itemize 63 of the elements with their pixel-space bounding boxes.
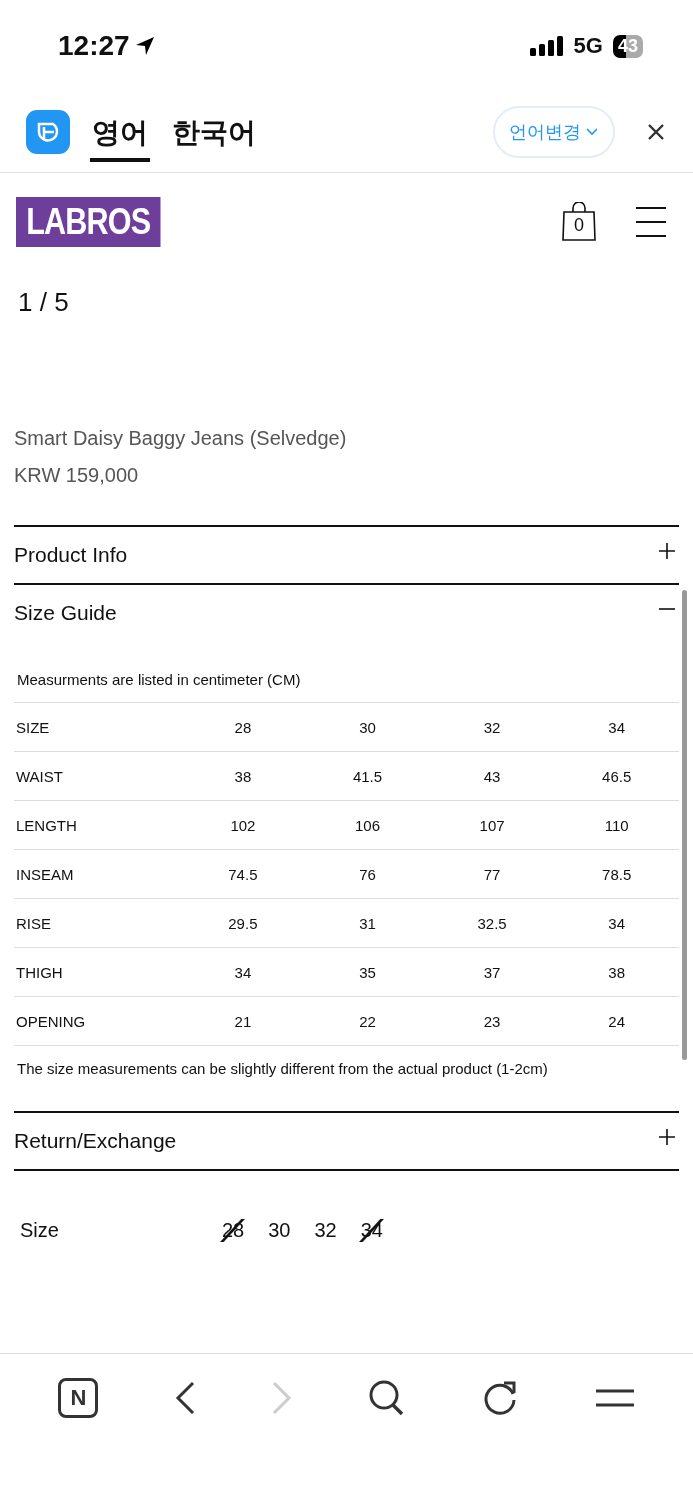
table-cell: 38	[608, 963, 626, 981]
table-cell: 21	[234, 1012, 252, 1030]
table-cell: 106	[354, 816, 380, 834]
table-cell: 34	[608, 914, 626, 932]
image-counter: 1 / 5	[18, 287, 69, 317]
table-cell: 34	[234, 963, 252, 981]
back-icon[interactable]	[175, 1381, 196, 1415]
size-option[interactable]: 30	[256, 1219, 303, 1242]
accordion-header[interactable]: Product Info	[14, 527, 679, 583]
table-cell: THIGH	[16, 963, 63, 981]
table-cell: SIZE	[16, 718, 50, 736]
table-cell: LENGTH	[16, 816, 77, 834]
menu-icon[interactable]	[594, 1388, 635, 1408]
accordion-header[interactable]: Size Guide	[14, 585, 679, 641]
table-cell: 43	[483, 767, 501, 785]
table-cell: 74.5	[228, 865, 258, 883]
product-name: Smart Daisy Baggy Jeans (Selvedge)	[14, 427, 348, 450]
table-cell: 38	[234, 767, 252, 785]
table-cell: INSEAM	[16, 865, 74, 883]
accordion-header[interactable]: Return/Exchange	[14, 1113, 679, 1169]
table-cell: 31	[359, 914, 376, 932]
table-cell: 41.5	[352, 767, 383, 785]
table-cell: 32.5	[477, 914, 507, 932]
table-cell: 24	[608, 1012, 626, 1030]
product-price: KRW 159,000	[14, 464, 140, 487]
table-cell: OPENING	[16, 1012, 86, 1030]
search-icon[interactable]	[368, 1380, 405, 1416]
size-footnote: The size measurements can be slightly different from the actual product (1-2cm)	[16, 1059, 549, 1077]
language-tab[interactable]: 한국어	[170, 102, 258, 162]
table-cell: 76	[359, 865, 376, 883]
translate-app-icon[interactable]	[26, 110, 70, 154]
reload-icon[interactable]	[481, 1380, 518, 1416]
table-cell: 37	[483, 963, 501, 981]
table-cell: 32	[483, 718, 501, 736]
table-cell: 102	[230, 816, 256, 834]
table-cell: 110	[604, 816, 629, 834]
chevron-down-icon	[585, 127, 599, 137]
size-option[interactable]: 32	[302, 1219, 349, 1242]
table-cell: WAIST	[16, 767, 63, 785]
expand-icon[interactable]	[659, 543, 675, 559]
brand-logo[interactable]: LABROS	[16, 197, 161, 247]
table-cell: 46.5	[602, 767, 632, 785]
network-label: 5G	[573, 33, 603, 59]
size-note: Measurments are listed in centimeter (CM)	[16, 671, 302, 690]
table-cell: RISE	[16, 914, 51, 932]
language-tab[interactable]: 영어	[90, 102, 150, 162]
table-cell: 22	[359, 1012, 376, 1030]
table-cell: 29.5	[228, 914, 258, 932]
table-cell: 77	[483, 865, 501, 883]
table-cell: 23	[483, 1012, 501, 1030]
table-cell: 35	[359, 963, 376, 981]
expand-icon[interactable]	[659, 1129, 675, 1145]
table-cell: 30	[359, 718, 376, 736]
close-icon[interactable]	[647, 123, 665, 141]
table-cell: 28	[234, 718, 252, 736]
home-button[interactable]: N	[58, 1378, 99, 1418]
menu-icon[interactable]	[635, 206, 667, 238]
size-label: Size	[20, 1219, 60, 1242]
table-cell: 34	[608, 718, 626, 736]
signal-icon	[529, 36, 564, 56]
table-cell: 107	[479, 816, 505, 834]
table-cell: 78.5	[602, 865, 632, 883]
clock: 12:27	[58, 30, 130, 62]
